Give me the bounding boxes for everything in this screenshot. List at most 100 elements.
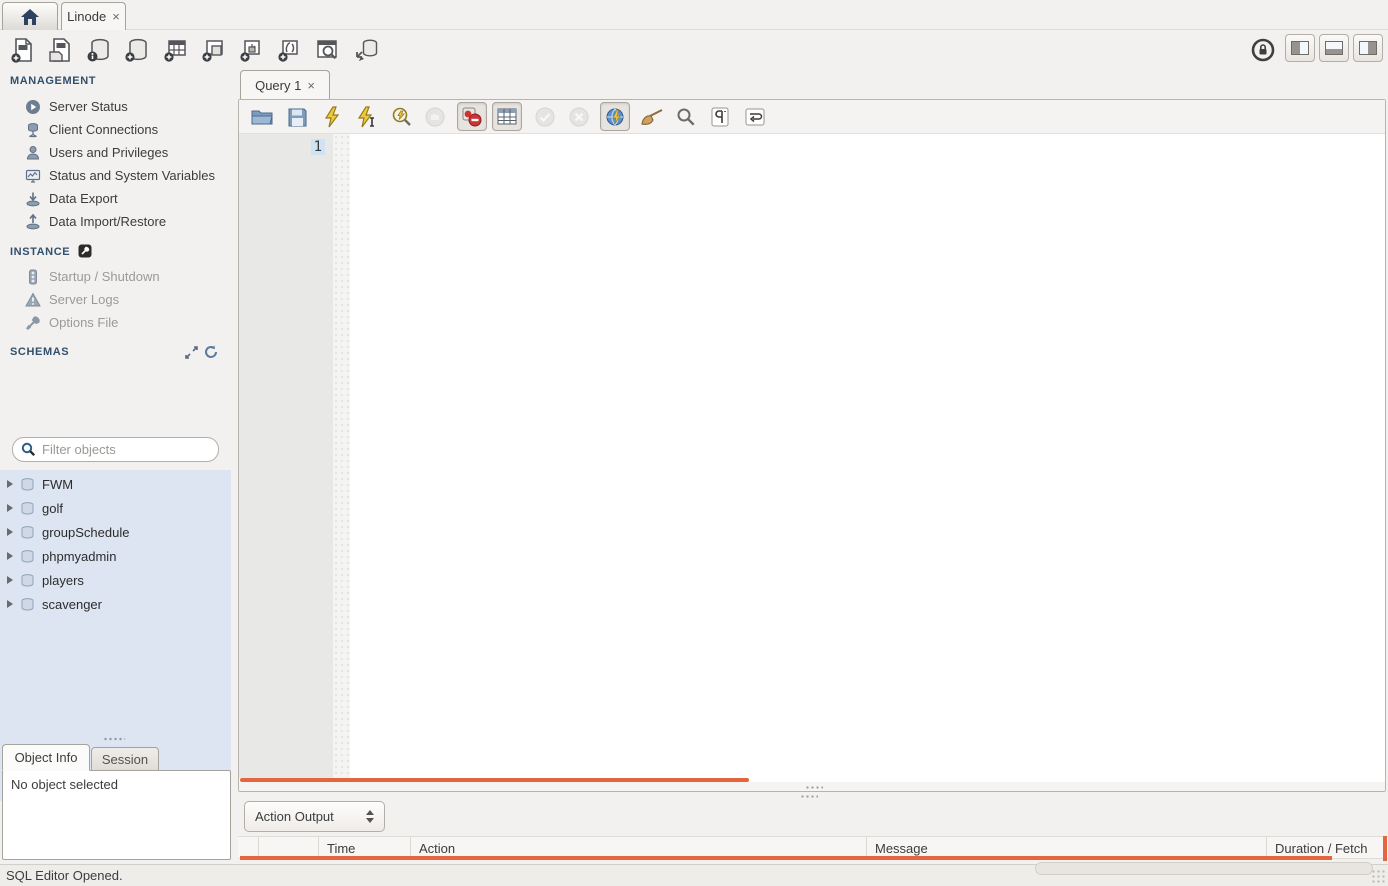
schema-name: scavenger: [42, 597, 102, 612]
tab-object-info[interactable]: Object Info: [2, 744, 90, 771]
tab-session[interactable]: Session: [91, 747, 159, 771]
schema-icon: [20, 478, 35, 491]
reconnect-dbms-icon[interactable]: [352, 36, 382, 64]
create-table-icon[interactable]: [160, 36, 190, 64]
schema-item-scavenger[interactable]: scavenger: [0, 592, 231, 616]
editor-horizontal-scrollbar[interactable]: [240, 778, 749, 782]
sidebar-item-label: Server Status: [49, 99, 128, 114]
sidebar-item-client-connections[interactable]: Client Connections: [24, 118, 158, 141]
schema-inspector-icon[interactable]: [84, 36, 114, 64]
schema-name: FWM: [42, 477, 73, 492]
combo-arrows-icon: [366, 810, 374, 823]
sidebar-item-data-import[interactable]: Data Import/Restore: [24, 210, 166, 233]
expander-icon[interactable]: [7, 480, 13, 488]
close-icon[interactable]: ×: [112, 9, 120, 24]
line-number: 1: [311, 139, 325, 155]
create-schema-icon[interactable]: [122, 36, 152, 64]
tab-query-1[interactable]: Query 1 ×: [240, 70, 330, 99]
expander-icon[interactable]: [7, 576, 13, 584]
sidebar-item-options-file[interactable]: Options File: [24, 311, 118, 334]
search-icon: [21, 442, 36, 457]
toggle-output-area-button[interactable]: [1319, 34, 1349, 62]
schema-filter: [12, 437, 219, 462]
right-panel-icon: [1359, 41, 1377, 55]
schema-item-golf[interactable]: golf: [0, 496, 231, 520]
schemas-section-header: SCHEMAS: [10, 346, 69, 358]
management-section-header: MANAGEMENT: [10, 75, 96, 87]
schema-icon: [20, 526, 35, 539]
limit-rows-button[interactable]: [492, 102, 522, 131]
expander-icon[interactable]: [7, 600, 13, 608]
expander-icon[interactable]: [7, 504, 13, 512]
sidebar-item-data-export[interactable]: Data Export: [24, 187, 118, 210]
new-query-tab-icon[interactable]: [8, 36, 38, 64]
schema-icon: [20, 574, 35, 587]
instance-admin-icon: [78, 244, 92, 258]
bottom-scrollbar-thumb[interactable]: [1035, 862, 1373, 875]
save-icon[interactable]: [284, 104, 310, 130]
data-import-icon: [24, 213, 41, 230]
code-area[interactable]: [350, 134, 1384, 778]
sidebar-item-server-status[interactable]: Server Status: [24, 95, 128, 118]
output-selector[interactable]: Action Output: [244, 801, 385, 832]
execute-icon[interactable]: [319, 104, 345, 130]
bottom-panel-icon: [1325, 41, 1343, 55]
output-horizontal-scrollbar[interactable]: [240, 856, 1332, 860]
tab-connection-linode[interactable]: Linode ×: [61, 2, 126, 30]
stop-icon[interactable]: [422, 104, 448, 130]
query-tab-label: Query 1: [255, 78, 301, 93]
search-table-data-icon[interactable]: [312, 36, 342, 64]
invisible-chars-icon[interactable]: [707, 104, 733, 130]
toggle-left-sidebar-button[interactable]: [1285, 34, 1315, 62]
execute-current-icon[interactable]: [354, 104, 380, 130]
sidebar-item-users-privileges[interactable]: Users and Privileges: [24, 141, 168, 164]
connection-tab-label: Linode: [67, 9, 106, 24]
schema-item-phpmyadmin[interactable]: phpmyadmin: [0, 544, 231, 568]
window-resize-grip[interactable]: [1371, 869, 1385, 883]
output-selector-label: Action Output: [255, 809, 334, 824]
toggle-stop-on-error-button[interactable]: [457, 102, 487, 131]
open-file-icon[interactable]: [249, 104, 275, 130]
sidebar-item-status-system-variables[interactable]: Status and System Variables: [24, 164, 215, 187]
refresh-schemas-icon[interactable]: [204, 345, 218, 359]
expander-icon[interactable]: [7, 528, 13, 536]
status-variables-icon: [24, 167, 41, 184]
main-toolbar: [0, 30, 1388, 68]
startup-shutdown-icon: [24, 268, 41, 285]
close-icon[interactable]: ×: [307, 78, 315, 93]
commit-icon[interactable]: [532, 104, 558, 130]
beautify-icon[interactable]: [639, 104, 665, 130]
open-sql-script-icon[interactable]: [46, 36, 76, 64]
editor-bottom-grip: [805, 786, 823, 789]
schema-icon: [20, 502, 35, 515]
filter-objects-input[interactable]: [42, 442, 192, 457]
schema-name: players: [42, 573, 84, 588]
sidebar-item-label: Startup / Shutdown: [49, 269, 160, 284]
explain-icon[interactable]: [389, 104, 415, 130]
tab-home[interactable]: [2, 2, 58, 30]
toggle-right-sidebar-button[interactable]: [1353, 34, 1383, 62]
schema-item-groupschedule[interactable]: groupSchedule: [0, 520, 231, 544]
autocommit-icon: [605, 107, 625, 127]
sidebar-splitter-handle[interactable]: [103, 737, 125, 741]
create-procedure-icon[interactable]: [236, 36, 266, 64]
output-vertical-scrollbar[interactable]: [1383, 836, 1387, 861]
sidebar-item-label: Server Logs: [49, 292, 119, 307]
create-function-icon[interactable]: [274, 36, 304, 64]
find-icon[interactable]: [673, 104, 699, 130]
sidebar-item-label: Options File: [49, 315, 118, 330]
expander-icon[interactable]: [7, 552, 13, 560]
schema-item-fwm[interactable]: FWM: [0, 472, 231, 496]
tab-label: Session: [102, 752, 148, 767]
mysql-workbench-window: Linode ×: [0, 0, 1388, 886]
sidebar-item-startup-shutdown[interactable]: Startup / Shutdown: [24, 265, 160, 288]
output-splitter-handle[interactable]: [800, 795, 818, 798]
schema-item-players[interactable]: players: [0, 568, 231, 592]
toggle-autocommit-button[interactable]: [600, 102, 630, 131]
create-view-icon[interactable]: [198, 36, 228, 64]
schema-name: golf: [42, 501, 63, 516]
rollback-icon[interactable]: [566, 104, 592, 130]
expand-schemas-icon[interactable]: [185, 346, 198, 359]
wrap-text-icon[interactable]: [742, 104, 768, 130]
sidebar-item-server-logs[interactable]: Server Logs: [24, 288, 119, 311]
